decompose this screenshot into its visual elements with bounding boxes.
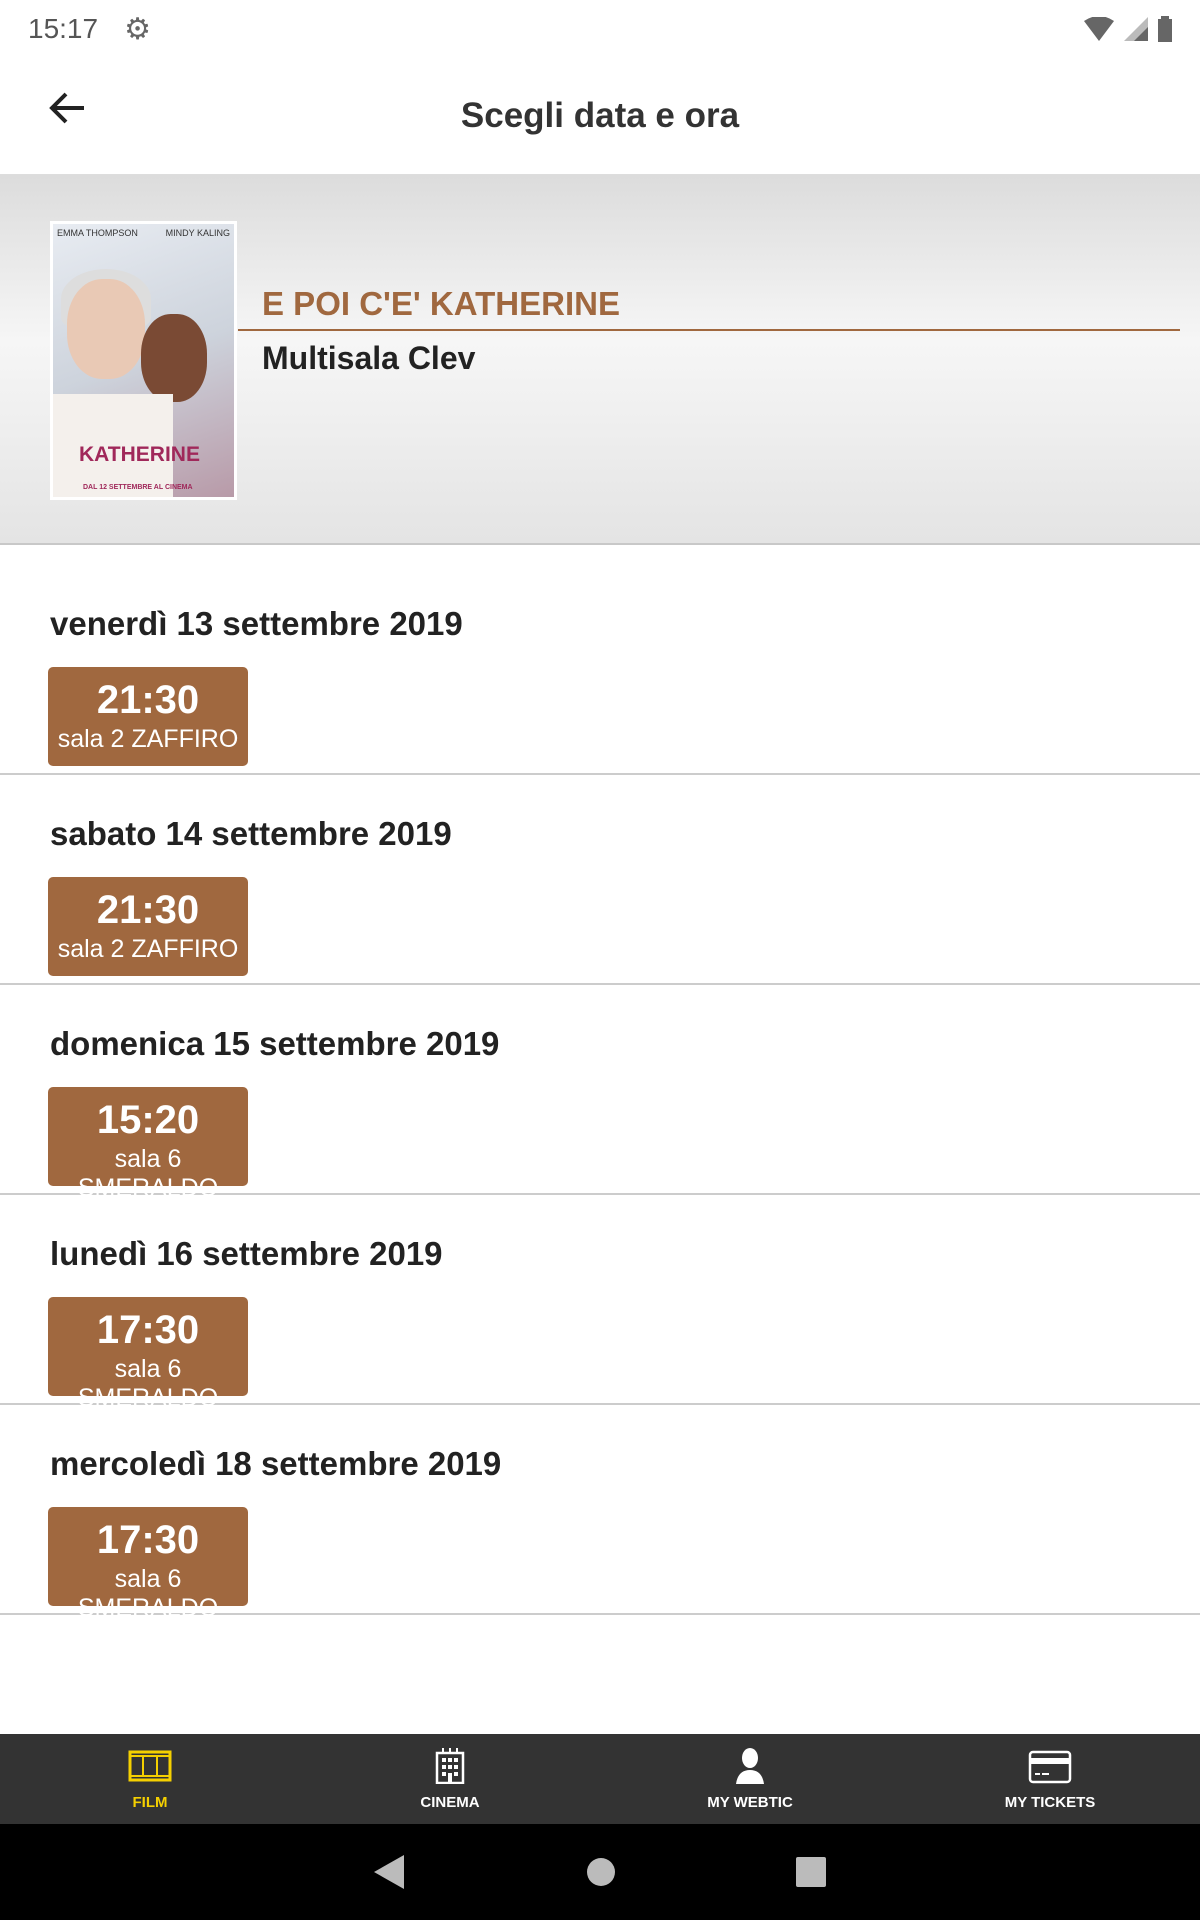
user-icon (736, 1747, 764, 1784)
gear-icon: ⚙ (124, 12, 151, 46)
film-header: EMMA THOMPSON MINDY KALING KATHERINE DAL … (0, 175, 1200, 545)
poster-actor: EMMA THOMPSON (57, 228, 138, 238)
show-time: 17:30 (96, 1518, 200, 1562)
poster-art (67, 279, 145, 379)
day-section: lunedì 16 settembre 2019 17:30 sala 6 SMER… (0, 1195, 1200, 1412)
poster-art (141, 314, 207, 402)
show-time: 17:30 (96, 1308, 200, 1352)
bottom-navigation: FILM CINEMA MY WEBTIC MY TICKETS (0, 1734, 1200, 1824)
home-icon[interactable] (586, 1857, 616, 1887)
recents-icon[interactable] (796, 1857, 826, 1887)
day-section: sabato 14 settembre 2019 21:30 sala 2 ZAFF… (0, 775, 1200, 985)
show-room: sala 2 ZAFFIRO (57, 935, 239, 963)
tab-label: FILM (132, 1793, 168, 1811)
wifi-icon (1084, 17, 1114, 41)
show-time: 15:20 (96, 1098, 200, 1142)
page-title: Scegli data e ora (460, 96, 740, 135)
show-time: 21:30 (96, 678, 200, 722)
day-section: domenica 15 settembre 2019 15:20 sala 6 SM… (0, 985, 1200, 1202)
cinema-name: Multisala Clev (262, 340, 476, 376)
tab-my-tickets[interactable]: MY TICKETS (900, 1734, 1200, 1824)
status-time: 15:17 (28, 13, 99, 44)
day-date: sabato 14 settembre 2019 (50, 815, 452, 852)
show-room: sala 2 ZAFFIRO (57, 725, 239, 753)
poster-release: DAL 12 SETTEMBRE AL CINEMA (83, 484, 193, 491)
day-section: venerdì 13 settembre 2019 21:30 sala 2 ZAF… (0, 565, 1200, 775)
showtime-button[interactable]: 21:30 sala 2 ZAFFIRO (48, 877, 248, 976)
tab-film[interactable]: FILM (0, 1734, 300, 1824)
poster-title: KATHERINE (79, 443, 200, 466)
showtime-button[interactable]: 15:20 sala 6 SMERALDO (48, 1087, 248, 1202)
poster-actor: MINDY KALING (165, 228, 230, 238)
showtime-button[interactable]: 17:30 sala 6 SMERALDO (48, 1297, 248, 1412)
tab-my-webtic[interactable]: MY WEBTIC (600, 1734, 900, 1824)
tab-label: CINEMA (420, 1793, 480, 1811)
tab-cinema[interactable]: CINEMA (300, 1734, 600, 1824)
film-title: E POI C'E' KATHERINE (262, 285, 620, 322)
status-bar: 15:17 ⚙ (0, 0, 1200, 58)
day-date: domenica 15 settembre 2019 (50, 1025, 500, 1062)
arrow-left-icon (49, 92, 84, 124)
battery-icon (1158, 16, 1172, 42)
divider (238, 329, 1180, 331)
signal-icon (1124, 17, 1148, 41)
toolbar: Scegli data e ora (0, 58, 1200, 175)
poster-credits: EMMA THOMPSON MINDY KALING (57, 228, 230, 238)
card-icon (1028, 1750, 1072, 1783)
day-section: mercoledì 18 settembre 2019 17:30 sala 6 S… (0, 1405, 1200, 1622)
back-icon[interactable] (374, 1855, 406, 1889)
film-icon (128, 1750, 172, 1781)
back-button[interactable] (48, 88, 98, 138)
tab-label: MY WEBTIC (707, 1793, 793, 1811)
building-icon (435, 1747, 465, 1784)
show-time: 21:30 (96, 888, 200, 932)
system-navigation (0, 1824, 1200, 1920)
day-date: mercoledì 18 settembre 2019 (50, 1445, 502, 1482)
showtime-button[interactable]: 17:30 sala 6 SMERALDO (48, 1507, 248, 1622)
day-date: venerdì 13 settembre 2019 (50, 605, 463, 642)
showtime-button[interactable]: 21:30 sala 2 ZAFFIRO (48, 667, 248, 766)
day-date: lunedì 16 settembre 2019 (50, 1235, 443, 1272)
tab-label: MY TICKETS (1004, 1793, 1096, 1811)
film-poster[interactable]: EMMA THOMPSON MINDY KALING KATHERINE DAL … (50, 221, 237, 500)
show-room: sala 6 SMERALDO (77, 1565, 219, 1622)
